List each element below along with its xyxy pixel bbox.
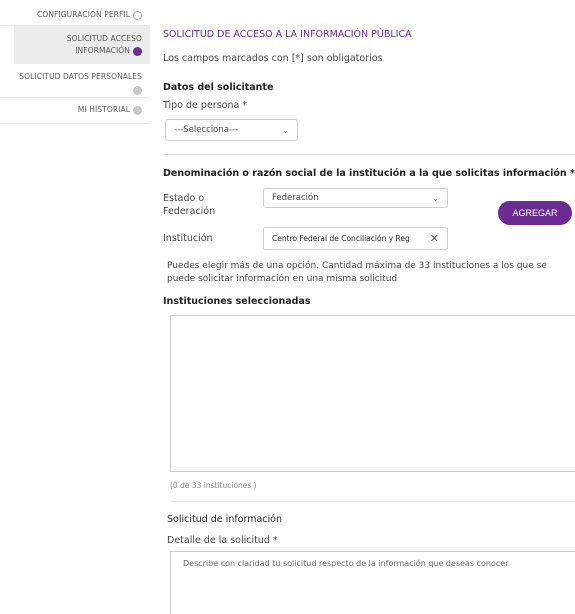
selected-institutions-list[interactable] (170, 315, 575, 472)
clear-icon[interactable]: ✕ (430, 232, 439, 245)
sidebar: CONFIGURACIÓN PERFIL SOLICITUD ACCESO IN… (0, 0, 150, 124)
institution-help-text: Puedes elegir más de una opción. Cantida… (167, 261, 547, 284)
required-fields-note: Los campos marcados con [*] son obligato… (163, 53, 383, 64)
divider (170, 501, 575, 502)
sidebar-item-label: INFORMACIÓN (75, 46, 130, 55)
state-value: Federación (272, 193, 319, 203)
person-type-select[interactable]: ---Selecciona--- ⌄ (165, 119, 298, 141)
chevron-down-icon: ⌄ (432, 193, 439, 203)
sidebar-item-label: CONFIGURACIÓN PERFIL (36, 10, 130, 19)
state-select[interactable]: Federación ⌄ (263, 188, 448, 208)
sidebar-item-mi-historial[interactable]: MI HISTORIAL (0, 98, 150, 124)
grey-dot-icon (133, 105, 142, 115)
page-title: SOLICITUD DE ACCESO A LA INFORMACIÓN PÚB… (163, 29, 412, 40)
person-type-label: Tipo de persona * (163, 100, 248, 111)
state-label: Estado o Federación (163, 193, 216, 217)
divider (163, 154, 575, 155)
active-dot-icon (133, 46, 142, 56)
sidebar-item-label: SOLICITUD DATOS PERSONALES (19, 72, 142, 81)
add-institution-button[interactable]: AGREGAR (498, 201, 572, 225)
grey-dot-icon (133, 85, 142, 95)
institution-label: Institución (163, 233, 213, 244)
detail-label: Detalle de la solicitud * (167, 535, 278, 546)
sidebar-item-solicitud-acceso[interactable]: SOLICITUD ACCESO INFORMACIÓN (14, 26, 150, 64)
sidebar-item-solicitud-datos-personales[interactable]: SOLICITUD DATOS PERSONALES (0, 64, 150, 98)
person-type-value: ---Selecciona--- (174, 125, 239, 135)
request-heading: Solicitud de información (167, 514, 283, 525)
sidebar-item-label: SOLICITUD ACCESO (66, 34, 142, 43)
institution-value: Centro Federal de Conciliación y Reg (272, 234, 410, 243)
institution-field[interactable]: Centro Federal de Conciliación y Reg ✕ (263, 227, 448, 250)
sidebar-item-label: MI HISTORIAL (77, 105, 130, 114)
sidebar-item-configuracion-perfil[interactable]: CONFIGURACIÓN PERFIL (0, 0, 150, 26)
detail-placeholder: Describe con claridad tu solicitud respe… (183, 559, 509, 568)
chevron-down-icon: ⌄ (282, 125, 289, 135)
user-outline-icon (133, 10, 142, 20)
detail-textarea[interactable]: Describe con claridad tu solicitud respe… (170, 551, 575, 614)
institution-counter: (0 de 33 instituciones ) (170, 481, 257, 490)
selected-institutions-heading: Instituciones seleccionadas (163, 296, 311, 307)
applicant-heading: Datos del solicitante (163, 82, 274, 93)
institution-heading: Denominación o razón social de la instit… (163, 168, 575, 179)
